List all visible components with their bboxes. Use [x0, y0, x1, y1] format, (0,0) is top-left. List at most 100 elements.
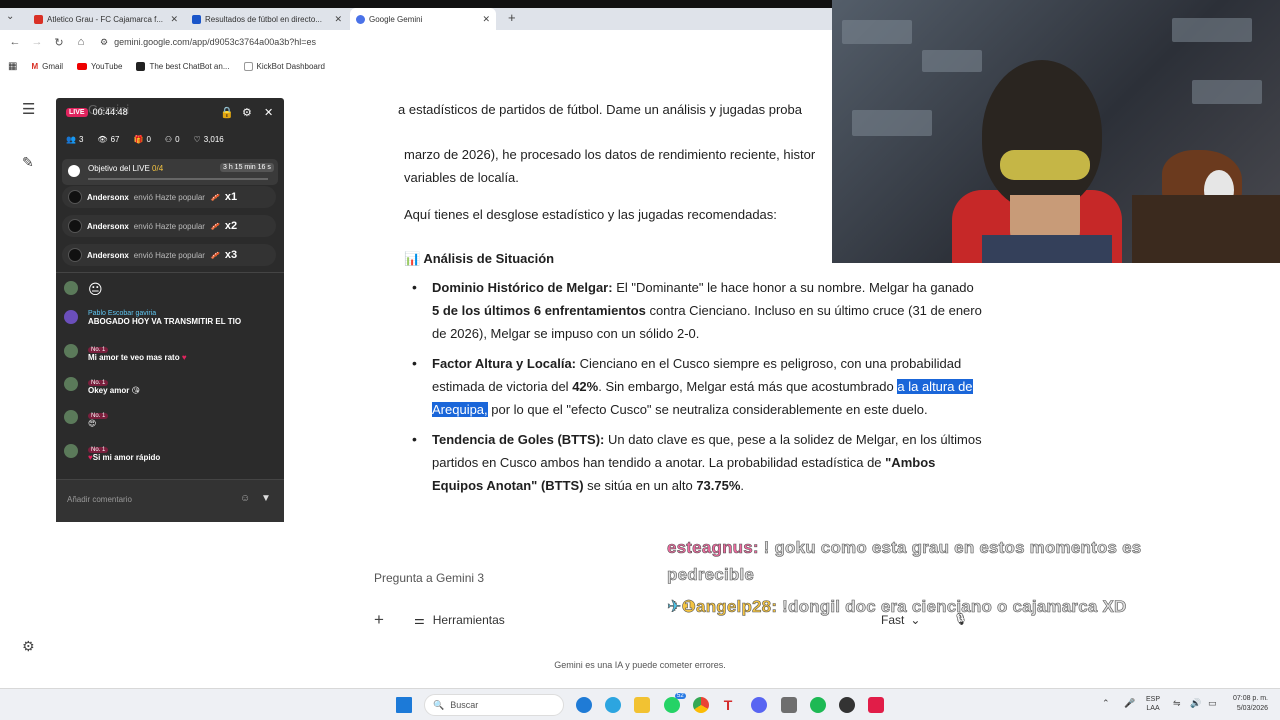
bullet-heading: Dominio Histórico de Melgar: [432, 280, 613, 295]
settings-gear-icon[interactable]: ⚙ [22, 638, 35, 655]
whatsapp-badge: 52 [675, 693, 686, 699]
prompt-input[interactable]: Pregunta a Gemini 3 [374, 571, 484, 585]
bookmarks-bar: ▦ M Gmail YouTube The best ChatBot an... … [0, 56, 832, 76]
tools-button[interactable]: ⚌ Herramientas [414, 613, 505, 627]
page-icon [243, 61, 253, 71]
stat-value: 67 [110, 135, 120, 144]
apps-grid-icon[interactable]: ▦ [8, 61, 17, 72]
gift-emoji-icon: 🥓 [209, 250, 220, 260]
comment-input[interactable]: Añadir comentario [67, 495, 132, 504]
typora-icon[interactable]: T [720, 697, 736, 713]
network-icon[interactable]: ⇋ [1173, 698, 1181, 709]
gift-count: x3 [224, 249, 238, 261]
close-tab-icon[interactable]: ✕ [334, 14, 342, 25]
tiktok-live-icon[interactable] [868, 697, 884, 713]
tools-label: Herramientas [432, 613, 505, 627]
new-chat-icon[interactable]: ✎ [22, 154, 34, 171]
edge-icon[interactable] [576, 697, 592, 713]
goal-progress: 0/4 [152, 164, 164, 173]
reload-icon[interactable]: ↻ [48, 36, 70, 49]
spotify-icon[interactable] [810, 697, 826, 713]
filter-icon[interactable]: ▼ [261, 493, 271, 504]
chat-text: Okey amor 😘 [88, 386, 274, 395]
battery-icon[interactable]: ▭ [1208, 698, 1217, 709]
bullet-bold: 73.75% [696, 478, 741, 493]
bullet-text: . Sin embargo, Melgar está más que acost… [598, 379, 898, 394]
lock-icon[interactable]: 🔒 [220, 106, 234, 119]
bookmark-label: The best ChatBot an... [149, 61, 230, 71]
home-icon[interactable]: ⌂ [70, 36, 92, 48]
chrome-icon[interactable] [693, 697, 709, 713]
taskbar: 🔍 Buscar 52 T ⌃ 🎤 ESP LAA ⇋ 🔊 ▭ 07:08 p. … [0, 688, 1280, 720]
navigation-bar: ← → ↻ ⌂ ⚙ gemini.google.com/app/d9053c37… [0, 30, 832, 54]
stat-value: 0 [146, 135, 151, 144]
chat-text: ♥Si mi amor rápido [88, 453, 274, 462]
close-icon[interactable]: ✕ [264, 106, 273, 119]
chat-message: 😐 [64, 281, 274, 301]
webcam-overlay [832, 0, 1280, 263]
obs-icon[interactable] [839, 697, 855, 713]
volume-icon[interactable]: 🔊 [1190, 698, 1201, 709]
chat-message: No. 1 Okey amor 😘 [64, 377, 274, 395]
add-attachment-icon[interactable]: + [374, 610, 384, 630]
discord-icon[interactable] [751, 697, 767, 713]
microphone-tray-icon[interactable]: 🎤 [1124, 698, 1135, 709]
list-item: Dominio Histórico de Melgar: El "Dominan… [412, 276, 982, 345]
close-tab-icon[interactable]: ✕ [170, 14, 178, 25]
clock[interactable]: 07:08 p. m. 5/03/2026 [1228, 694, 1268, 714]
telegram-icon[interactable] [605, 697, 621, 713]
emoji-icon: 😍 [88, 419, 97, 428]
medal-emoji-icon: ❶ [681, 597, 697, 617]
site-info-icon[interactable]: ⚙ [100, 37, 108, 48]
language-indicator[interactable]: ESP LAA [1146, 695, 1160, 713]
settings-icon[interactable]: ⚙ [242, 106, 252, 119]
avatar [68, 219, 82, 233]
bookmark-youtube[interactable]: YouTube [77, 62, 122, 71]
address-bar[interactable]: ⚙ gemini.google.com/app/d9053c3764a00a3b… [100, 32, 316, 52]
avatar [64, 377, 78, 391]
clock-date: 5/03/2026 [1236, 705, 1268, 712]
live-stream-panel: LIVE 00:44:48 Gemini 🔒 ⚙ ✕ 👥 3 👁 67 🎁 0 ⚇ 0 … [56, 98, 284, 522]
stat-value: 0 [175, 135, 180, 144]
tab-search-chevron-icon[interactable]: ⌄ [6, 11, 14, 22]
new-tab-icon[interactable]: + [508, 10, 516, 25]
gmail-icon: M [31, 61, 39, 71]
url-text: gemini.google.com/app/d9053c3764a00a3b?h… [114, 37, 316, 47]
gemini-side-rail: ☰ ✎ ⚙ [0, 90, 60, 688]
tab-resultados[interactable]: Resultados de fútbol en directo... ✕ [186, 8, 348, 30]
gift-icon: 🎁 [133, 135, 144, 144]
tab-title: Google Gemini [369, 14, 423, 24]
heart-icon: ♡ [193, 135, 201, 144]
emoji-picker-icon[interactable]: ☺ [240, 493, 250, 504]
windows-start-icon[interactable] [396, 697, 412, 713]
file-explorer-icon[interactable] [634, 697, 650, 713]
bookmark-chatbot[interactable]: The best ChatBot an... [136, 61, 230, 71]
bookmark-gmail[interactable]: M Gmail [31, 62, 63, 71]
avatar [68, 248, 82, 262]
chevron-up-icon[interactable]: ⌃ [1102, 698, 1110, 709]
chatbot-icon [136, 61, 146, 71]
close-tab-icon[interactable]: ✕ [482, 14, 490, 25]
live-goal-card[interactable]: Objetivo del LIVE 0/4 3 h 15 min 16 s [62, 159, 278, 185]
goal-icon [68, 165, 80, 177]
tools-sliders-icon: ⚌ [414, 613, 425, 627]
stat-value: 3,016 [203, 135, 224, 144]
back-arrow-icon[interactable]: ← [4, 36, 26, 48]
bookmark-kickbot[interactable]: KickBot Dashboard [243, 61, 325, 71]
gift-text: envió Hazte popular [133, 221, 205, 231]
menu-icon[interactable]: ☰ [22, 100, 35, 118]
tab-title: Resultados de fútbol en directo... [205, 14, 322, 24]
tab-gemini[interactable]: Google Gemini ✕ [350, 8, 496, 30]
whatsapp-icon[interactable] [664, 697, 680, 713]
list-item: Tendencia de Goles (BTTS): Un dato clave… [412, 428, 982, 497]
forward-arrow-icon[interactable]: → [26, 36, 48, 48]
tab-favicon-icon [34, 14, 43, 24]
calculator-icon[interactable] [781, 697, 797, 713]
tab-atletico-grau[interactable]: Atletico Grau - FC Cajamarca f... ✕ [28, 8, 184, 30]
gift-text: envió Hazte popular [133, 192, 205, 202]
taskbar-search[interactable]: 🔍 Buscar [424, 694, 564, 716]
shelf [1132, 195, 1280, 263]
gift-notification: Andersonx envió Hazte popular 🥓 x2 [62, 215, 276, 237]
live-stats: 👥 3 👁 67 🎁 0 ⚇ 0 ♡ 3,016 [66, 135, 224, 144]
overlay-username: esteagnus: [667, 538, 759, 558]
